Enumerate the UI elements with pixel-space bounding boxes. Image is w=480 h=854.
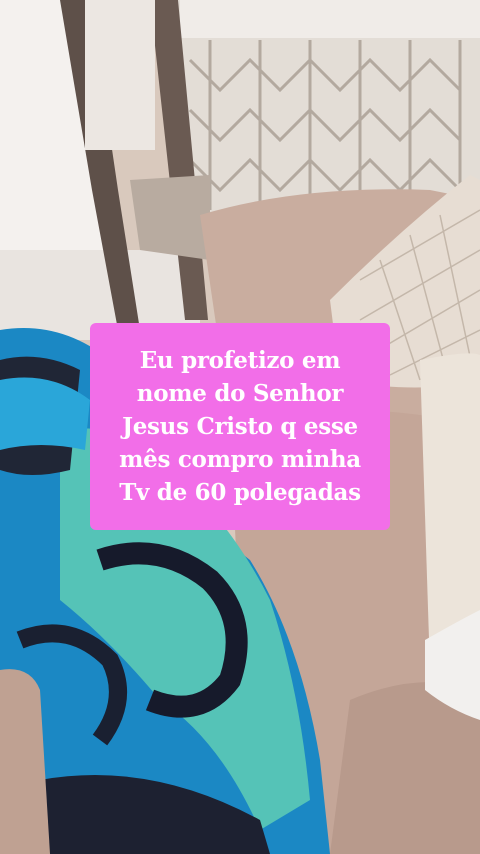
caption-text: Eu profetizo em nome do Senhor Jesus Cri… [119,347,361,506]
chair-panel [85,0,155,150]
top-wall [180,0,480,38]
chair-seat [130,175,210,260]
photo-scene: Eu profetizo em nome do Senhor Jesus Cri… [0,0,480,854]
caption-box: Eu profetizo em nome do Senhor Jesus Cri… [90,323,390,530]
